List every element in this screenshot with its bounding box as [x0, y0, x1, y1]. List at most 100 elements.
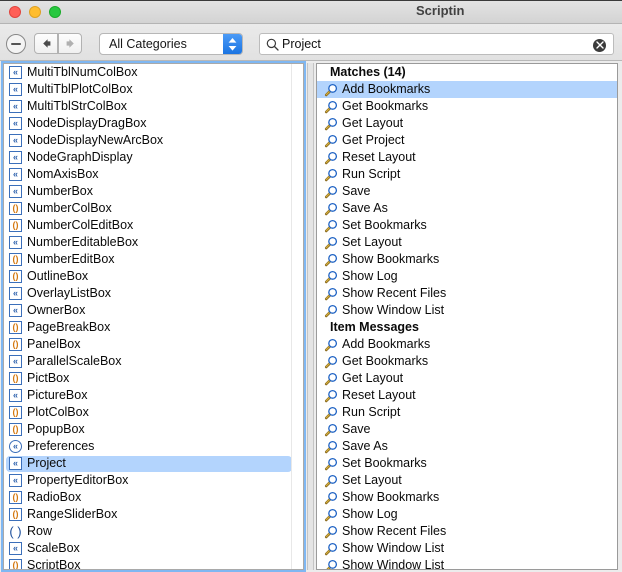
list-item[interactable]: « NumberEditableBox	[4, 234, 303, 251]
list-item[interactable]: () PanelBox	[4, 336, 303, 353]
list-item[interactable]: « NodeGraphDisplay	[4, 149, 303, 166]
list-item[interactable]: « Project	[4, 455, 303, 472]
matches-list-item[interactable]: Set Bookmarks	[317, 455, 617, 472]
matches-list[interactable]: Matches (14) Add Bookmarks Get Bookmarks Ge…	[317, 64, 617, 569]
magnifier-icon	[324, 304, 338, 318]
matches-list-item-label: Get Layout	[342, 371, 404, 385]
list-item[interactable]: « MultiTblPlotColBox	[4, 81, 303, 98]
left-list-scrollbar[interactable]	[291, 64, 303, 569]
icon-glyph: «	[12, 288, 18, 298]
list-item-label: Project	[27, 456, 66, 470]
list-item[interactable]: « MultiTblNumColBox	[4, 64, 303, 81]
class-icon: «	[9, 117, 22, 130]
matches-list-item[interactable]: Show Window List	[317, 540, 617, 557]
list-item[interactable]: « PictureBox	[4, 387, 303, 404]
list-item[interactable]: « NumberBox	[4, 183, 303, 200]
matches-list-item[interactable]: Show Window List	[317, 302, 617, 319]
matches-list-item[interactable]: Show Log	[317, 506, 617, 523]
forward-button[interactable]	[58, 33, 82, 54]
matches-list-item[interactable]: Run Script	[317, 404, 617, 421]
icon-glyph: ()	[12, 509, 19, 519]
matches-list-item[interactable]: Get Layout	[317, 115, 617, 132]
matches-list-item-label: Set Layout	[342, 473, 402, 487]
matches-list-item[interactable]: Save	[317, 421, 617, 438]
matches-list-item-label: Set Bookmarks	[342, 456, 427, 470]
matches-list-item[interactable]: Add Bookmarks	[317, 336, 617, 353]
matches-panel[interactable]: Matches (14) Add Bookmarks Get Bookmarks Ge…	[316, 63, 618, 570]
list-item[interactable]: « OverlayListBox	[4, 285, 303, 302]
list-item[interactable]: « NodeDisplayNewArcBox	[4, 132, 303, 149]
matches-list-item[interactable]: Reset Layout	[317, 387, 617, 404]
list-item[interactable]: () PageBreakBox	[4, 319, 303, 336]
matches-list-item[interactable]: Set Bookmarks	[317, 217, 617, 234]
matches-list-item-label: Save	[342, 422, 371, 436]
magnifier-icon	[324, 117, 338, 131]
list-item[interactable]: () PlotColBox	[4, 404, 303, 421]
list-item-label: PlotColBox	[27, 405, 89, 419]
matches-list-item[interactable]: Show Bookmarks	[317, 251, 617, 268]
matches-list-item[interactable]: Show Recent Files	[317, 285, 617, 302]
list-item[interactable]: « ScaleBox	[4, 540, 303, 557]
object-icon: «	[9, 440, 22, 453]
matches-list-item[interactable]: Set Layout	[317, 234, 617, 251]
magnifier-icon	[324, 559, 338, 569]
chevron-up-down-icon[interactable]	[223, 34, 242, 54]
list-item[interactable]: () PopupBox	[4, 421, 303, 438]
list-item[interactable]: () NumberColEditBox	[4, 217, 303, 234]
icon-glyph: «	[12, 458, 18, 468]
matches-list-item[interactable]: Show Window List	[317, 557, 617, 569]
magnifier-icon	[324, 236, 338, 250]
icon-glyph: ()	[12, 322, 19, 332]
matches-list-item[interactable]: Show Recent Files	[317, 523, 617, 540]
object-list-panel[interactable]: « MultiTblNumColBox « MultiTblPlotColBox « Mu…	[3, 63, 304, 570]
panel-divider[interactable]	[307, 63, 314, 570]
matches-list-item-label: Show Recent Files	[342, 286, 447, 300]
matches-list-item[interactable]: Show Log	[317, 268, 617, 285]
matches-list-item[interactable]: Run Script	[317, 166, 617, 183]
list-item[interactable]: () PictBox	[4, 370, 303, 387]
matches-list-item[interactable]: Get Bookmarks	[317, 98, 617, 115]
list-item[interactable]: « OwnerBox	[4, 302, 303, 319]
list-item-label: PageBreakBox	[27, 320, 111, 334]
list-item[interactable]: () ScriptBox	[4, 557, 303, 569]
matches-list-item-label: Save As	[342, 439, 388, 453]
list-item-label: ScaleBox	[27, 541, 80, 555]
stop-button[interactable]	[6, 34, 26, 54]
back-button[interactable]	[34, 33, 58, 54]
list-item[interactable]: () NumberColBox	[4, 200, 303, 217]
list-item[interactable]: « PropertyEditorBox	[4, 472, 303, 489]
search-input[interactable]: Project	[259, 33, 614, 55]
icon-glyph: «	[12, 475, 18, 485]
matches-list-item[interactable]: Save	[317, 183, 617, 200]
matches-list-item[interactable]: Get Bookmarks	[317, 353, 617, 370]
matches-list-item[interactable]: Add Bookmarks	[317, 81, 617, 98]
matches-list-item[interactable]: Save As	[317, 438, 617, 455]
list-item[interactable]: () NumberEditBox	[4, 251, 303, 268]
list-item[interactable]: « NodeDisplayDragBox	[4, 115, 303, 132]
function-icon: ()	[9, 423, 22, 436]
list-item[interactable]: « MultiTblStrColBox	[4, 98, 303, 115]
list-item[interactable]: () RadioBox	[4, 489, 303, 506]
magnifier-icon	[324, 491, 338, 505]
matches-list-item[interactable]: Set Layout	[317, 472, 617, 489]
function-icon: ()	[9, 270, 22, 283]
list-item[interactable]: ( ) Row	[4, 523, 303, 540]
list-item[interactable]: « NomAxisBox	[4, 166, 303, 183]
category-popup-button[interactable]: All Categories	[99, 33, 243, 55]
list-item[interactable]: () OutlineBox	[4, 268, 303, 285]
function-icon: ()	[9, 219, 22, 232]
matches-list-item[interactable]: Get Layout	[317, 370, 617, 387]
list-item[interactable]: « Preferences	[4, 438, 303, 455]
clear-search-icon[interactable]	[593, 38, 606, 52]
list-item-label: MultiTblStrColBox	[27, 99, 128, 113]
list-item[interactable]: « ParallelScaleBox	[4, 353, 303, 370]
object-list[interactable]: « MultiTblNumColBox « MultiTblPlotColBox « Mu…	[4, 64, 303, 569]
matches-list-item[interactable]: Save As	[317, 200, 617, 217]
list-item-label: RangeSliderBox	[27, 507, 118, 521]
matches-list-item[interactable]: Show Bookmarks	[317, 489, 617, 506]
matches-list-item[interactable]: Get Project	[317, 132, 617, 149]
list-item[interactable]: () RangeSliderBox	[4, 506, 303, 523]
matches-list-item[interactable]: Reset Layout	[317, 149, 617, 166]
search-input-value: Project	[282, 37, 321, 51]
magnifier-icon	[324, 83, 338, 97]
